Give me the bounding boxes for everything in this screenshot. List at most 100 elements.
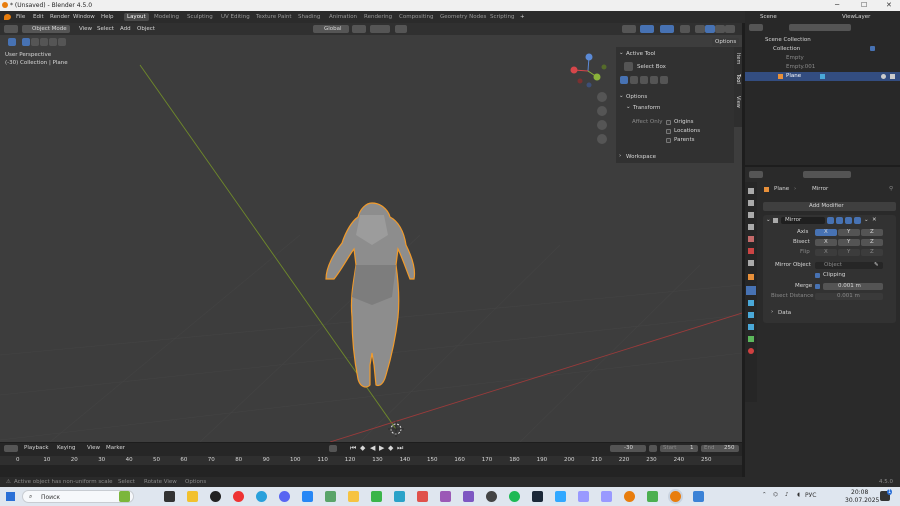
plane-render-camera-icon[interactable]: [890, 74, 895, 79]
workspace-tab-sculpting[interactable]: Sculpting: [184, 13, 216, 21]
tab-tool[interactable]: Tool: [735, 74, 741, 84]
tool-mode-subtract-icon[interactable]: [640, 76, 648, 84]
workspace-tab-rendering[interactable]: Rendering: [361, 13, 395, 21]
view-menu[interactable]: View: [79, 26, 92, 32]
constraints-tab-icon[interactable]: [748, 324, 754, 330]
close-button[interactable]: ✕: [886, 1, 892, 9]
jump-end-icon[interactable]: ⏭: [397, 444, 403, 453]
obsidian-icon[interactable]: [440, 491, 451, 502]
character-mesh[interactable]: [325, 202, 416, 388]
volume-icon[interactable]: ♪: [785, 492, 789, 498]
shading-solid-button[interactable]: [705, 25, 715, 33]
file-explorer-icon[interactable]: [187, 491, 198, 502]
modifier-name-field[interactable]: Mirror: [781, 217, 825, 224]
outliner-editor-type-button[interactable]: [749, 24, 763, 31]
world-tab-icon[interactable]: [748, 248, 754, 254]
current-frame-field[interactable]: -30: [610, 445, 646, 452]
timeline-editor-type-button[interactable]: [4, 445, 18, 452]
origins-checkbox[interactable]: [666, 120, 671, 125]
tab-view[interactable]: View: [735, 96, 741, 108]
select-box-tool-icon[interactable]: [624, 62, 633, 71]
scene-tab-icon[interactable]: [748, 236, 754, 242]
tool-mode-intersect-icon[interactable]: [660, 76, 668, 84]
select-mode-subtract-icon[interactable]: [40, 38, 48, 46]
modifier-dropdown-icon[interactable]: ⌄: [864, 217, 869, 223]
select-mode-extend-icon[interactable]: [31, 38, 39, 46]
mirror-object-field[interactable]: Object ✎: [815, 262, 883, 269]
scene-selector[interactable]: Scene: [760, 14, 777, 20]
add-modifier-button[interactable]: Add Modifier: [763, 202, 896, 211]
language-indicator[interactable]: РУС: [805, 492, 816, 499]
object-tab-icon[interactable]: [748, 274, 754, 280]
sticky-notes-icon[interactable]: [348, 491, 359, 502]
axis-x-toggle[interactable]: X: [815, 229, 837, 236]
preview-range-icon[interactable]: [649, 445, 657, 452]
pin-icon[interactable]: ⚲: [889, 186, 893, 192]
bisect-y-toggle[interactable]: Y: [838, 239, 860, 246]
add-workspace-button[interactable]: +: [520, 14, 525, 20]
locations-checkbox[interactable]: [666, 129, 671, 134]
select-menu[interactable]: Select: [97, 26, 114, 32]
options-dropdown[interactable]: Options: [712, 38, 740, 46]
data-tab-icon[interactable]: [748, 336, 754, 342]
active-tool-expand-icon[interactable]: ⌄: [619, 50, 624, 56]
editor-type-button[interactable]: [4, 25, 18, 33]
workspace-tab-layout[interactable]: Layout: [124, 13, 149, 21]
tool-mode-extend-icon[interactable]: [630, 76, 638, 84]
menu-help[interactable]: Help: [101, 14, 114, 20]
blender-taskbar-icon[interactable]: [624, 491, 635, 502]
orientation-dropdown[interactable]: Global: [313, 25, 349, 33]
menu-window[interactable]: Window: [73, 14, 95, 20]
collection-exclude-checkbox[interactable]: [870, 46, 875, 51]
select-tool-icon[interactable]: [8, 38, 16, 46]
outliner-item-plane-row[interactable]: Plane: [745, 72, 900, 81]
eyedropper-icon[interactable]: ✎: [874, 262, 879, 268]
start-frame-field[interactable]: Start 1: [660, 445, 698, 452]
auto-keying-button[interactable]: [329, 445, 337, 452]
view-layer-tab-icon[interactable]: [748, 224, 754, 230]
menu-file[interactable]: File: [16, 14, 25, 20]
clock-date[interactable]: 30.07.2025: [845, 497, 879, 504]
red-app-icon[interactable]: [417, 491, 428, 502]
search-highlight-icon[interactable]: [119, 491, 130, 502]
zoom-icon[interactable]: [597, 92, 607, 102]
workspace-tab-animation[interactable]: Animation: [326, 13, 360, 21]
menu-render[interactable]: Render: [50, 14, 70, 20]
end-frame-field[interactable]: End 250: [701, 445, 739, 452]
axis-y-toggle[interactable]: Y: [838, 229, 860, 236]
viewlayer-selector[interactable]: ViewLayer: [842, 14, 870, 20]
frame-ruler[interactable]: 0 10 20 30 40 50 60 70 80 90 100 110 120 130 140 150 160…: [0, 456, 742, 465]
pivot-dropdown[interactable]: [352, 25, 366, 33]
viewport-toggle-icon[interactable]: [836, 217, 843, 224]
keyframe-area[interactable]: [0, 465, 742, 477]
mode-dropdown[interactable]: Object Mode: [22, 25, 70, 33]
bisect-distance-field[interactable]: 0.001 m: [815, 293, 883, 300]
visibility-button[interactable]: [622, 25, 636, 33]
tab-item[interactable]: Item: [735, 53, 741, 64]
bisect-z-toggle[interactable]: Z: [861, 239, 883, 246]
shading-wireframe-button[interactable]: [695, 25, 705, 33]
particles-tab-icon[interactable]: [748, 300, 754, 306]
playback-menu[interactable]: Playback: [24, 445, 49, 451]
tool-tab-icon[interactable]: [748, 188, 754, 194]
overlay-toggle-button[interactable]: [660, 25, 674, 33]
timeline-view-menu[interactable]: View: [87, 445, 100, 451]
snap-button[interactable]: [370, 25, 390, 33]
outliner-item-empty-001[interactable]: Empty.001: [786, 64, 815, 70]
camera-toggle-icon[interactable]: [854, 217, 861, 224]
launcher-icon[interactable]: [371, 491, 382, 502]
perspective-toggle-icon[interactable]: [597, 134, 607, 144]
telegram-icon[interactable]: [256, 491, 267, 502]
flip-y-toggle[interactable]: Y: [838, 249, 860, 256]
clock-time[interactable]: 20:08: [851, 489, 868, 496]
xbox-icon[interactable]: [647, 491, 658, 502]
workspace-tab-scripting[interactable]: Scripting: [487, 13, 517, 21]
photoshop-icon[interactable]: [555, 491, 566, 502]
blender-menu-icon[interactable]: [4, 14, 11, 20]
gizmo-toggle-button[interactable]: [640, 25, 654, 33]
premiere-icon[interactable]: [578, 491, 589, 502]
edit-mode-toggle-icon[interactable]: [827, 217, 834, 224]
visual-studio-icon[interactable]: [463, 491, 474, 502]
shading-material-button[interactable]: [715, 25, 725, 33]
workspace-tab-shading[interactable]: Shading: [295, 13, 323, 21]
